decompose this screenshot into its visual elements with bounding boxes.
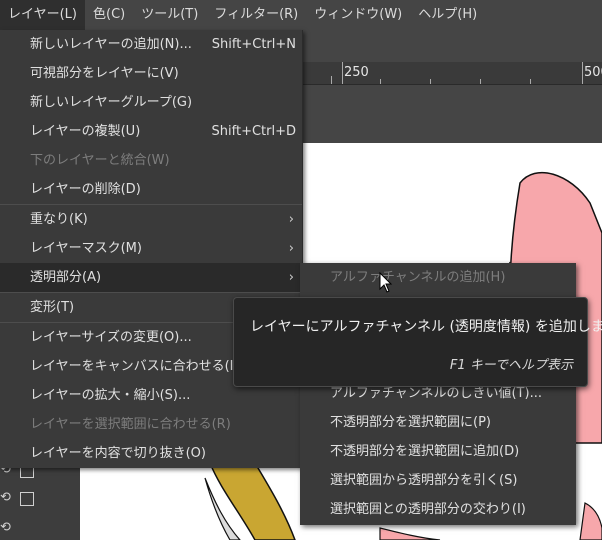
chain-icon[interactable]: [20, 492, 34, 506]
ruler-tick: [342, 62, 343, 84]
ruler-label-250: 250: [344, 65, 369, 80]
ruler-tick: [331, 76, 332, 84]
menu-item-label: 選択範囲から透明部分を引く(S): [330, 473, 518, 488]
menu-item-label: 新しいレイヤーの追加(N)...: [30, 37, 192, 52]
menu-tools[interactable]: ツール(T): [133, 0, 206, 30]
menu-item-label: 選択範囲との透明部分の交わり(I): [330, 502, 526, 517]
menu-layer[interactable]: レイヤー(L): [0, 0, 85, 30]
ruler-tick: [480, 79, 481, 84]
menu-item-label: 不透明部分を選択範囲に(P): [330, 415, 491, 430]
menu-item-add-alpha-channel: アルファチャンネルの追加(H): [300, 263, 576, 292]
menu-windows[interactable]: ウィンドウ(W): [306, 0, 410, 30]
menu-color[interactable]: 色(C): [85, 0, 133, 30]
menu-item-label: レイヤーをキャンバスに合わせる(I): [30, 359, 239, 374]
menu-item-label: 不透明部分を選択範囲に追加(D): [330, 444, 520, 459]
menu-item-label: アルファチャンネルのしきい値(T)...: [330, 386, 542, 401]
menu-help[interactable]: ヘルプ(H): [410, 0, 485, 30]
menu-item-label: レイヤーを内容で切り抜き(O): [30, 446, 206, 461]
menu-item-add-alpha-to-selection[interactable]: 不透明部分を選択範囲に追加(D): [300, 437, 576, 466]
ruler-label-500: 500: [584, 65, 602, 80]
link-icon[interactable]: ⟲: [0, 490, 16, 506]
chevron-right-icon: ›: [288, 270, 294, 285]
shortcut-label: Shift+Ctrl+N: [211, 37, 296, 52]
ruler-tick: [430, 79, 431, 84]
menu-item-crop-to-content[interactable]: レイヤーを内容で切り抜き(O): [0, 439, 302, 468]
menu-item-new-from-visible[interactable]: 可視部分をレイヤーに(V): [0, 59, 302, 88]
menu-item-label: 透明部分(A): [30, 270, 102, 285]
menu-item-crop-to-selection: レイヤーを選択範囲に合わせる(R): [0, 410, 302, 439]
ruler-tick: [582, 62, 583, 84]
menubar: レイヤー(L) 色(C) ツール(T) フィルター(R) ウィンドウ(W) ヘル…: [0, 0, 602, 30]
menu-item-label: 新しいレイヤーグループ(G): [30, 95, 193, 110]
menu-item-layer-mask[interactable]: レイヤーマスク(M) ›: [0, 234, 302, 263]
ruler-tick: [380, 79, 381, 84]
menu-item-label: レイヤーの拡大・縮小(S)...: [30, 388, 191, 403]
menu-item-label: 重なり(K): [30, 212, 88, 227]
menu-item-label: レイヤーの複製(U): [30, 124, 141, 139]
menu-item-duplicate-layer[interactable]: レイヤーの複製(U) Shift+Ctrl+D: [0, 117, 302, 146]
ruler-tick: [530, 79, 531, 84]
tooltip-text: レイヤーにアルファチャンネル (透明度情報) を追加します: [250, 319, 602, 335]
menu-item-intersect-alpha-with-selection[interactable]: 選択範囲との透明部分の交わり(I): [300, 495, 576, 524]
menu-filters[interactable]: フィルター(R): [206, 0, 306, 30]
menu-item-label: 可視部分をレイヤーに(V): [30, 66, 179, 81]
horizontal-ruler[interactable]: 250 500: [300, 62, 602, 85]
chevron-right-icon: ›: [288, 241, 294, 256]
mouse-cursor-icon: [379, 272, 393, 293]
menu-item-merge-down: 下のレイヤーと統合(W): [0, 146, 302, 175]
menu-item-stack[interactable]: 重なり(K) ›: [0, 205, 302, 234]
menu-item-new-layer[interactable]: 新しいレイヤーの追加(N)... Shift+Ctrl+N: [0, 30, 302, 59]
menu-item-label: アルファチャンネルの追加(H): [330, 270, 506, 285]
tool-options-bar: [300, 30, 602, 62]
menu-item-label: レイヤーマスク(M): [30, 241, 142, 256]
menu-item-label: 下のレイヤーと統合(W): [30, 153, 170, 168]
menu-item-alpha-to-selection[interactable]: 不透明部分を選択範囲に(P): [300, 408, 576, 437]
chevron-right-icon: ›: [288, 212, 294, 227]
menu-tooltip: レイヤーにアルファチャンネル (透明度情報) を追加します F1 キーでヘルプ表…: [233, 297, 602, 387]
link-icon[interactable]: ⟲: [0, 520, 16, 536]
canvas-padding: [300, 85, 602, 143]
menu-item-transparency[interactable]: 透明部分(A) ›: [0, 263, 302, 292]
menu-item-new-layer-group[interactable]: 新しいレイヤーグループ(G): [0, 88, 302, 117]
shortcut-label: Shift+Ctrl+D: [211, 124, 296, 139]
menu-item-subtract-alpha-from-selection[interactable]: 選択範囲から透明部分を引く(S): [300, 466, 576, 495]
menu-item-label: 変形(T): [30, 300, 75, 315]
menu-item-delete-layer[interactable]: レイヤーの削除(D): [0, 175, 302, 204]
menu-item-label: レイヤーを選択範囲に合わせる(R): [30, 417, 231, 432]
tooltip-help-hint: F1 キーでヘルプ表示: [449, 358, 573, 373]
layer-visibility-icons: ⟲ ⟲ ⟲: [0, 462, 40, 540]
menu-item-label: レイヤーサイズの変更(O)...: [30, 330, 192, 345]
menu-item-label: レイヤーの削除(D): [30, 182, 141, 197]
layer-menu: 新しいレイヤーの追加(N)... Shift+Ctrl+N 可視部分をレイヤーに…: [0, 30, 303, 468]
